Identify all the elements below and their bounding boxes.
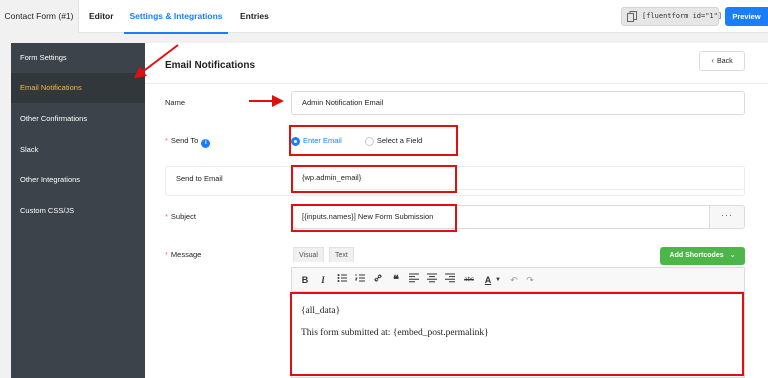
annotation-arrows bbox=[133, 44, 284, 107]
arrow-to-email-notifications bbox=[133, 44, 179, 79]
